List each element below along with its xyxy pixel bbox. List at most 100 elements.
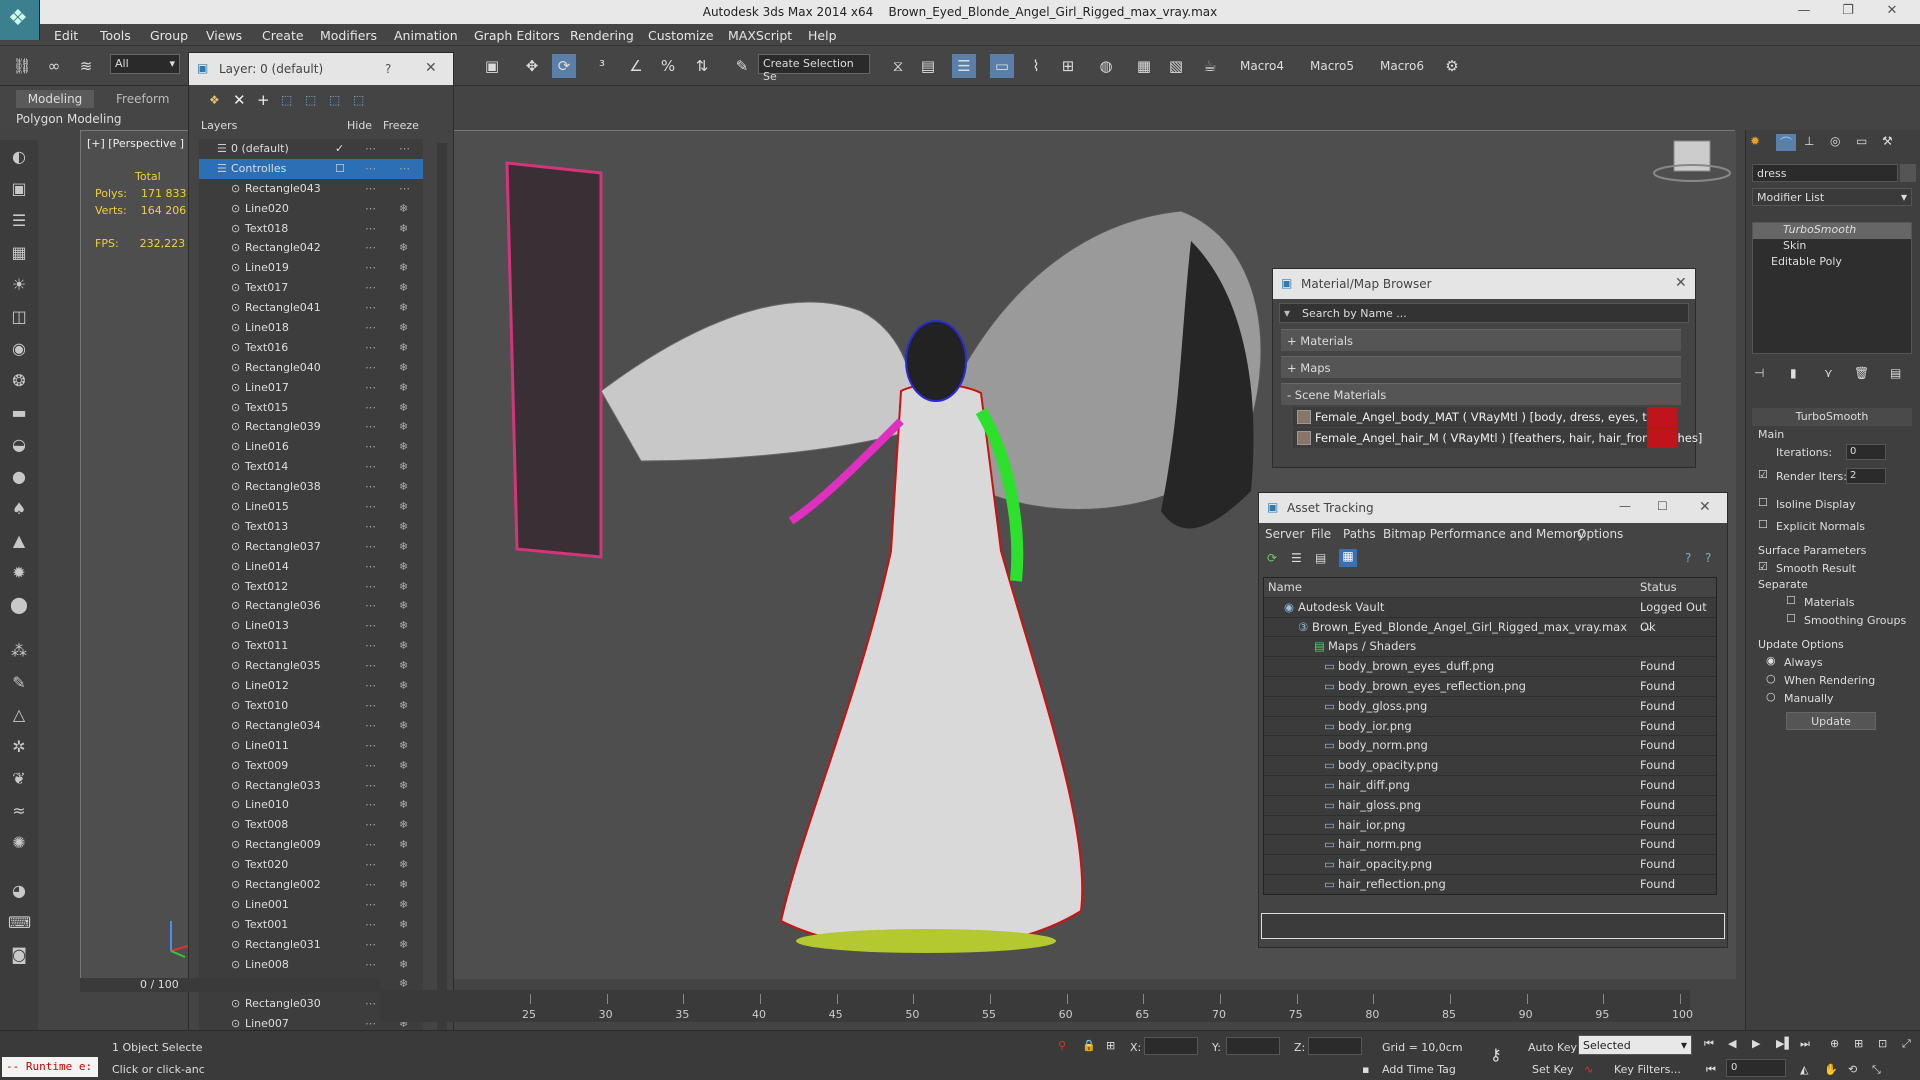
freeze-snowflake-icon[interactable]: ❄ — [399, 398, 408, 417]
hide-toggle-icon[interactable]: ⋯ — [365, 776, 376, 795]
add-time-tag[interactable]: Add Time Tag — [1382, 1063, 1456, 1076]
hide-toggle-icon[interactable]: ⋯ — [365, 238, 376, 257]
asset-row[interactable]: ▭ body_ior.png Found — [1264, 717, 1716, 737]
list-view-icon[interactable]: ☰ — [1291, 551, 1302, 565]
layer-row[interactable]: ⊙ Text017 ⋯ ❄ — [199, 278, 423, 298]
highlight-layer-icon[interactable]: ⬚ — [305, 93, 316, 107]
hide-toggle-icon[interactable]: ⋯ — [365, 437, 376, 456]
make-unique-icon[interactable]: ⋎ — [1824, 366, 1833, 380]
menu-animation[interactable]: Animation — [394, 28, 458, 43]
hide-toggle-icon[interactable]: ⋯ — [365, 338, 376, 357]
freeze-snowflake-icon[interactable]: ❄ — [399, 378, 408, 397]
freeze-snowflake-icon[interactable]: ❄ — [399, 517, 408, 536]
render-setup-icon[interactable]: ▦ — [1132, 54, 1156, 78]
maxscript-listener[interactable]: -- Runtime e: — [2, 1057, 98, 1077]
stack-turbosmooth[interactable]: TurboSmooth — [1753, 223, 1911, 239]
hide-toggle-icon[interactable]: ⋯ — [365, 199, 376, 218]
maps-group[interactable]: + Maps — [1281, 356, 1681, 378]
freeze-snowflake-icon[interactable]: ❄ — [399, 278, 408, 297]
sphere-icon[interactable]: ● — [8, 466, 30, 488]
object-color-swatch[interactable] — [1900, 164, 1916, 182]
asset-row[interactable]: ▭ hair_ior.png Found — [1264, 816, 1716, 836]
gear-icon[interactable]: ⚙ — [1440, 54, 1464, 78]
menu-customize[interactable]: Customize — [648, 28, 714, 43]
layer-row[interactable]: ⊙ Line012 ⋯ ❄ — [199, 676, 423, 696]
freeze-snowflake-icon[interactable]: ❄ — [399, 199, 408, 218]
layer-row[interactable]: ⊙ Rectangle039 ⋯ ❄ — [199, 417, 423, 437]
freeze-snowflake-icon[interactable]: ❄ — [399, 577, 408, 596]
close-icon[interactable]: ✕ — [1872, 3, 1912, 18]
mirror-icon[interactable]: ⧖ — [886, 54, 910, 78]
freeze-toggle-icon[interactable]: ⋯ — [399, 139, 410, 158]
freeze-snowflake-icon[interactable]: ❄ — [399, 636, 408, 655]
asset-row[interactable]: ③ Brown_Eyed_Blonde_Angel_Girl_Rigged_max… — [1264, 618, 1716, 638]
close-icon[interactable]: ✕ — [1675, 275, 1687, 291]
freeze-snowflake-icon[interactable]: ❄ — [399, 477, 408, 496]
asset-row[interactable]: ▭ hair_reflection.png Found — [1264, 875, 1716, 894]
maximize-viewport-icon[interactable]: ⤢ — [1902, 1037, 1911, 1051]
layer-scrollbar[interactable] — [437, 143, 447, 1069]
layer-row[interactable]: ⊙ Text009 ⋯ ❄ — [199, 756, 423, 776]
key-filters-button[interactable]: Key Filters... — [1614, 1063, 1681, 1076]
table-view-icon[interactable]: ▦ — [1339, 549, 1357, 567]
current-frame-field[interactable]: 0 — [1726, 1059, 1786, 1077]
zoom-all-icon[interactable]: ⊞ — [1854, 1037, 1863, 1050]
layer-row[interactable]: ⊙ Rectangle042 ⋯ ❄ — [199, 238, 423, 258]
link-icon[interactable]: ⛓ — [10, 54, 34, 78]
stack-skin[interactable]: Skin — [1753, 239, 1911, 255]
layer-manager-icon[interactable]: ☰ — [952, 54, 976, 78]
key-icon[interactable]: ⚷ — [1490, 1045, 1502, 1064]
filter-icon[interactable]: ▾ — [1284, 306, 1290, 320]
menu-graph-editors[interactable]: Graph Editors — [474, 28, 560, 43]
key-selection-dropdown[interactable]: Selected ▾ — [1578, 1035, 1692, 1055]
delete-layer-icon[interactable]: ✕ — [233, 91, 246, 109]
hide-toggle-icon[interactable]: ⋯ — [365, 537, 376, 556]
menu-views[interactable]: Views — [206, 28, 242, 43]
layer-row[interactable]: ⊙ Rectangle038 ⋯ ❄ — [199, 477, 423, 497]
layer-row[interactable]: ⊙ Text010 ⋯ ❄ — [199, 696, 423, 716]
layer-row[interactable]: ⊙ Text013 ⋯ ❄ — [199, 517, 423, 537]
hide-toggle-icon[interactable]: ⋯ — [365, 716, 376, 735]
layer-row[interactable]: ⊙ Rectangle037 ⋯ ❄ — [199, 537, 423, 557]
freeze-snowflake-icon[interactable]: ❄ — [399, 776, 408, 795]
asset-menu-bitmap[interactable]: Bitmap Performance and Memory — [1383, 527, 1585, 541]
freeze-snowflake-icon[interactable]: ❄ — [399, 596, 408, 615]
render-frame-icon[interactable]: ▧ — [1164, 54, 1188, 78]
align-icon[interactable]: ▤ — [916, 54, 940, 78]
hide-toggle-icon[interactable]: ⋯ — [365, 517, 376, 536]
freeze-snowflake-icon[interactable]: ❄ — [399, 238, 408, 257]
new-layer-icon[interactable]: ❖ — [209, 93, 220, 107]
viewport-label[interactable]: [+] [Perspective ] [S — [87, 137, 199, 150]
snaps-icon[interactable]: ³ — [590, 54, 614, 78]
layer-row[interactable]: ⊙ Line008 ⋯ ❄ — [199, 955, 423, 975]
select-region-icon[interactable]: ▣ — [480, 54, 504, 78]
hide-toggle-icon[interactable]: ⋯ — [365, 935, 376, 954]
play-icon[interactable]: ▶ — [1752, 1037, 1760, 1050]
col-name[interactable]: Name — [1268, 578, 1302, 597]
freeze-snowflake-icon[interactable]: ❄ — [399, 935, 408, 954]
asset-row[interactable]: ▭ body_brown_eyes_reflection.png Found — [1264, 677, 1716, 697]
hide-toggle-icon[interactable]: ⋯ — [365, 756, 376, 775]
smooth-result-checkbox[interactable]: ☑ — [1758, 560, 1768, 573]
freeze-snowflake-icon[interactable]: ❄ — [399, 716, 408, 735]
freeze-snowflake-icon[interactable]: ❄ — [399, 736, 408, 755]
layer-row[interactable]: ⊙ Line019 ⋯ ❄ — [199, 258, 423, 278]
layer-row[interactable]: ⊙ Rectangle035 ⋯ ❄ — [199, 656, 423, 676]
hide-toggle-icon[interactable]: ⋯ — [365, 616, 376, 635]
asset-row[interactable]: ▤ Maps / Shaders — [1264, 637, 1716, 658]
asset-row[interactable]: ▭ hair_gloss.png Found — [1264, 796, 1716, 816]
viewport-icon[interactable]: ▣ — [8, 178, 30, 200]
layer-row[interactable]: ⊙ Rectangle043 ⋯ ⋯ — [199, 179, 423, 199]
menu-rendering[interactable]: Rendering — [570, 28, 634, 43]
maximize-icon[interactable]: ☐ — [1657, 499, 1668, 513]
hide-toggle-icon[interactable]: ⋯ — [365, 378, 376, 397]
lock-icon[interactable]: 🔒 — [1082, 1039, 1096, 1052]
layer-row[interactable]: ⊙ Text008 ⋯ ❄ — [199, 815, 423, 835]
hide-toggle-icon[interactable]: ⋯ — [365, 417, 376, 436]
layer-dialog-titlebar[interactable]: ▣ Layer: 0 (default) ? ✕ — [189, 53, 453, 85]
field-of-view-icon[interactable]: ◭ — [1800, 1063, 1808, 1076]
ball-icon[interactable]: ⬤ — [8, 594, 30, 616]
menu-edit[interactable]: Edit — [54, 28, 78, 43]
material-browser-titlebar[interactable]: ▣ Material/Map Browser ✕ — [1273, 269, 1695, 299]
current-layer-check-icon[interactable]: ✓ — [335, 139, 344, 158]
